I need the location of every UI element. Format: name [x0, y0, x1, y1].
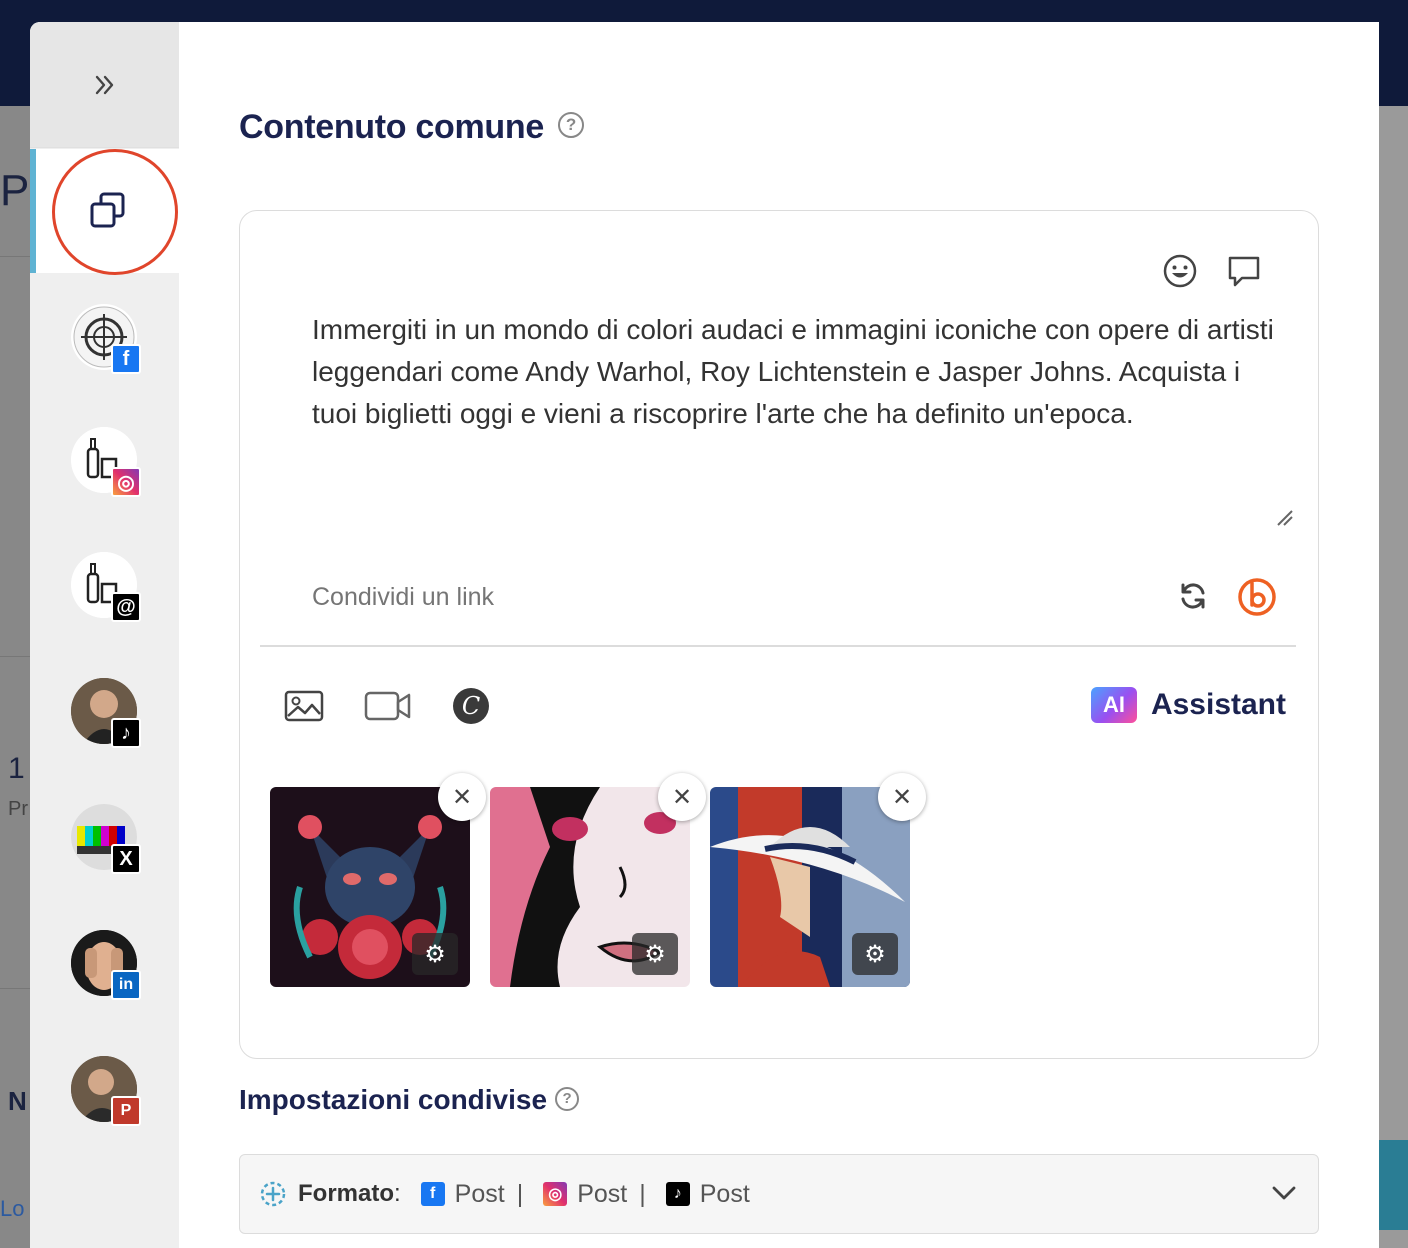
common-content-tab[interactable] [30, 149, 179, 273]
link-input[interactable] [312, 583, 1012, 612]
help-icon[interactable]: ? [557, 112, 584, 139]
media-settings-button[interactable]: ⚙ [412, 933, 458, 975]
account-instagram[interactable]: ◎ [71, 427, 141, 497]
account-facebook[interactable]: f [71, 304, 141, 374]
comment-icon[interactable] [1226, 253, 1262, 289]
facebook-icon: f [111, 344, 141, 374]
background-link: Lo [0, 1196, 25, 1221]
canva-icon[interactable]: C [452, 687, 490, 725]
editor-toolbar [1162, 253, 1262, 289]
link-actions [1178, 575, 1278, 617]
page-title-text: Contenuto comune [239, 108, 544, 146]
linkedin-icon: in [111, 970, 141, 1000]
main-panel: Contenuto comune? Immergiti in un mondo … [179, 22, 1379, 1248]
account-pinterest[interactable]: P [71, 1056, 141, 1126]
page-title: Contenuto comune? [239, 108, 584, 147]
media-settings-button[interactable]: ⚙ [632, 933, 678, 975]
post-editor: Immergiti in un mondo di colori audaci e… [239, 210, 1319, 1059]
account-sidebar: f ◎ @ ♪ X in P [30, 22, 179, 1248]
video-icon[interactable] [364, 690, 412, 722]
remove-media-button[interactable]: ✕ [878, 773, 926, 821]
sidebar-expand-button[interactable] [30, 22, 179, 148]
media-settings-button[interactable]: ⚙ [852, 933, 898, 975]
media-thumbnail: ✕ ⚙ [490, 773, 706, 987]
background-label: Pr [8, 798, 28, 820]
format-colon: : [394, 1180, 401, 1207]
threads-icon: @ [111, 592, 141, 622]
shared-settings-title: Impostazioni condivise? [239, 1084, 580, 1116]
account-linkedin[interactable]: in [71, 930, 141, 1000]
account-threads[interactable]: @ [71, 552, 141, 622]
background-right-button [1379, 1140, 1408, 1230]
media-toolbar: C [284, 687, 490, 725]
format-add-icon [260, 1181, 286, 1207]
remove-media-button[interactable]: ✕ [658, 773, 706, 821]
instagram-icon: ◎ [543, 1182, 568, 1206]
background-heading: P [0, 166, 30, 215]
background-divider [0, 656, 30, 657]
refresh-icon[interactable] [1178, 581, 1208, 611]
instagram-icon: ◎ [111, 467, 141, 497]
format-separator: | [516, 1179, 524, 1208]
format-selector[interactable]: Formato : f Post | ◎ Post | ♪ Post [239, 1154, 1319, 1234]
shared-settings-title-text: Impostazioni condivise [239, 1084, 548, 1115]
help-icon[interactable]: ? [555, 1086, 580, 1111]
x-icon: X [111, 844, 141, 874]
remove-media-button[interactable]: ✕ [438, 773, 486, 821]
format-facebook: f Post [420, 1179, 505, 1209]
tiktok-icon: ♪ [665, 1182, 690, 1206]
background-divider [0, 988, 30, 989]
background-right-strip [1379, 106, 1408, 1248]
editor-divider [260, 645, 1296, 647]
format-value: Post [454, 1179, 505, 1208]
emoji-icon[interactable] [1162, 253, 1198, 289]
facebook-icon: f [420, 1182, 445, 1206]
account-tiktok[interactable]: ♪ [71, 678, 141, 748]
format-instagram: ◎ Post [543, 1180, 627, 1209]
pinterest-icon: P [111, 1096, 141, 1126]
format-value: Post [577, 1179, 628, 1208]
background-section: N [8, 1086, 27, 1116]
svg-text:C: C [462, 692, 480, 720]
image-icon[interactable] [284, 690, 324, 722]
copy-icon [90, 192, 124, 228]
media-thumbnail: ✕ ⚙ [270, 773, 486, 987]
format-tiktok: ♪ Post [665, 1179, 750, 1209]
compose-modal: f ◎ @ ♪ X in P Contenuto comune ? Immerg… [30, 22, 1379, 1248]
double-chevron-right-icon [95, 75, 113, 94]
format-value: Post [699, 1179, 750, 1208]
background-divider [0, 256, 30, 257]
format-label: Formato [298, 1180, 394, 1207]
tiktok-icon: ♪ [111, 718, 141, 748]
ai-badge: AI [1090, 687, 1137, 723]
background-number: 1 [8, 752, 25, 785]
account-x[interactable]: X [71, 804, 141, 874]
ai-assistant-button[interactable]: AI Assistant [1090, 687, 1286, 723]
chevron-down-icon[interactable] [1270, 1179, 1298, 1207]
resize-handle-icon[interactable] [1274, 507, 1294, 527]
media-thumbnail: ✕ ⚙ [710, 773, 926, 987]
bitly-icon[interactable] [1236, 575, 1278, 617]
ai-assistant-label: Assistant [1150, 688, 1286, 721]
post-text-area[interactable]: Immergiti in un mondo di colori audaci e… [312, 309, 1282, 435]
media-thumbnails: ✕ ⚙ ✕ ⚙ ✕ ⚙ [270, 773, 926, 987]
format-separator: | [639, 1179, 646, 1208]
